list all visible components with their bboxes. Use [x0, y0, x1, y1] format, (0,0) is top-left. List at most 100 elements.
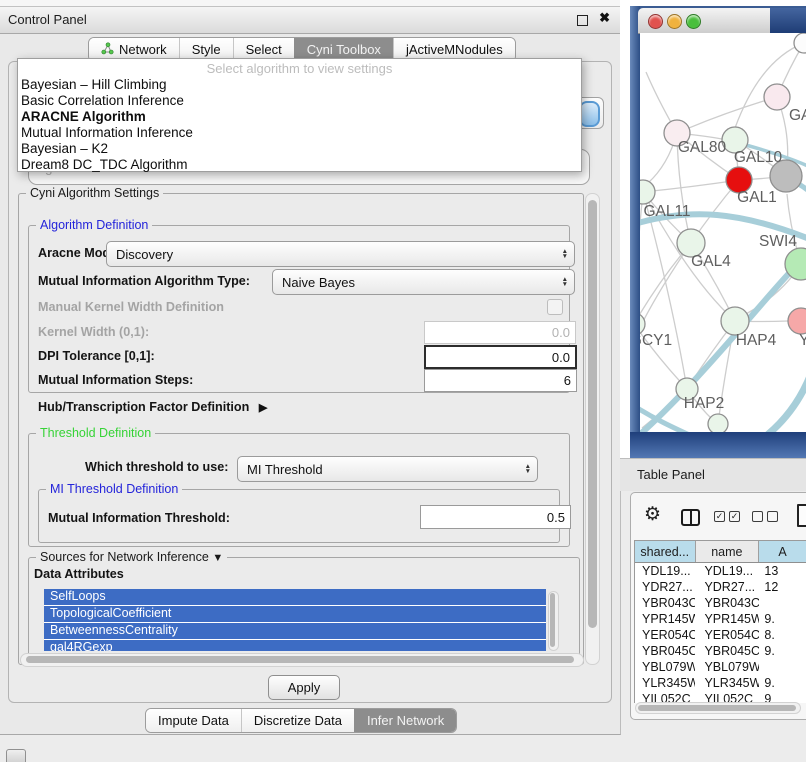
node-label: HAP4 — [736, 332, 777, 349]
tab-label: Style — [192, 42, 221, 57]
float-window-icon[interactable] — [577, 15, 588, 26]
zoom-traffic-light[interactable] — [686, 14, 701, 29]
settings-horizontal-scrollbar[interactable] — [20, 653, 584, 667]
node-label: GAL10 — [734, 149, 783, 166]
attribute-item-betweennesscentrality[interactable]: BetweennessCentrality — [44, 623, 546, 639]
kernel-width-label: Kernel Width (0,1): — [38, 325, 149, 339]
network-edge — [640, 243, 691, 340]
mi-type-combobox[interactable]: Naive Bayes ▲▼ — [272, 269, 575, 295]
column-header-name[interactable]: name — [696, 541, 760, 562]
table-row[interactable]: YER054CYER054C8. — [635, 627, 806, 643]
table-row[interactable]: YDR27...YDR27...12 — [635, 579, 806, 595]
sources-title: Sources for Network Inference — [40, 550, 209, 564]
gear-icon[interactable]: ⚙ — [644, 505, 661, 524]
network-node-hap4[interactable] — [721, 307, 749, 335]
table-horizontal-scrollbar[interactable] — [635, 702, 801, 714]
aracne-mode-combobox[interactable]: Discovery ▲▼ — [106, 241, 575, 267]
network-node[interactable] — [794, 33, 806, 53]
scrollbar-thumb[interactable] — [638, 705, 796, 711]
table-cell — [759, 659, 806, 675]
node-label: GCY1 — [640, 332, 672, 349]
dpi-tolerance-field[interactable]: 0.0 — [424, 345, 577, 369]
algorithm-option-mutual-information-inference[interactable]: Mutual Information Inference — [18, 125, 581, 141]
close-traffic-light[interactable] — [648, 14, 663, 29]
network-node-y[interactable] — [788, 308, 806, 334]
table-cell: YPR145W — [635, 611, 695, 627]
network-edge — [677, 97, 777, 133]
table-cell: YBL079W — [695, 659, 759, 675]
scrollbar-thumb[interactable] — [550, 593, 555, 647]
algorithm-option-bayesian-hill-climbing[interactable]: Bayesian – Hill Climbing — [18, 77, 581, 93]
control-panel: Control Panel ✖ NetworkStyleSelectCyni T… — [0, 6, 621, 735]
hub-definition-toggle[interactable]: Hub/Transcription Factor Definition ▶ — [38, 400, 267, 414]
mi-steps-field[interactable]: 6 — [424, 369, 577, 392]
minimize-traffic-light[interactable] — [667, 14, 682, 29]
network-icon — [101, 42, 114, 58]
table-cell: YDL19... — [635, 563, 695, 579]
table-row[interactable]: YBL079WYBL079W — [635, 659, 806, 675]
manual-kernel-checkbox[interactable] — [547, 299, 563, 315]
control-panel-titlebar: Control Panel ✖ — [0, 7, 620, 34]
table-cell: YPR145W — [695, 611, 759, 627]
close-icon[interactable]: ✖ — [599, 10, 610, 26]
data-attributes-list[interactable]: SelfLoopsTopologicalCoefficientBetweenne… — [44, 589, 546, 651]
column-header-shared-[interactable]: shared... — [635, 541, 696, 562]
network-node-gal[interactable] — [764, 84, 790, 110]
attribute-item-gal4rgexp[interactable]: gal4RGexp — [44, 640, 546, 651]
manual-kernel-label: Manual Kernel Width Definition — [38, 300, 224, 314]
data-attributes-label: Data Attributes — [34, 567, 124, 581]
application-window: Control Panel ✖ NetworkStyleSelectCyni T… — [0, 0, 806, 762]
algorithm-option-aracne-algorithm[interactable]: ARACNE Algorithm — [18, 109, 581, 125]
table-cell: 9. — [759, 643, 806, 659]
tab-discretize-data[interactable]: Discretize Data — [241, 709, 354, 732]
node-label: GAL11 — [643, 203, 690, 220]
table-panel-header: Table Panel — [620, 458, 806, 491]
combobox-arrows-icon: ▲▼ — [562, 249, 568, 259]
apply-button[interactable]: Apply — [268, 675, 340, 700]
algorithm-option-bayesian-k2[interactable]: Bayesian – K2 — [18, 141, 581, 157]
network-edge-highlighted — [766, 376, 806, 432]
attribute-item-topologicalcoefficient[interactable]: TopologicalCoefficient — [44, 606, 546, 622]
network-node-gal11[interactable] — [640, 180, 655, 204]
combobox-arrow-button[interactable] — [579, 101, 600, 127]
scrollbar-thumb[interactable] — [588, 200, 597, 628]
tab-infer-network[interactable]: Infer Network — [354, 709, 456, 732]
table-cell: 9. — [759, 611, 806, 627]
control-panel-title: Control Panel — [8, 12, 87, 27]
table-row[interactable]: YDL19...YDL19...13 — [635, 563, 806, 579]
network-window-left-border — [630, 6, 640, 458]
attribute-item-selfloops[interactable]: SelfLoops — [44, 589, 546, 605]
kernel-width-field[interactable]: 0.0 — [424, 321, 576, 344]
deselect-all-columns-icon[interactable] — [752, 511, 778, 522]
group-title: Threshold Definition — [36, 426, 155, 440]
which-threshold-label: Which threshold to use: — [85, 460, 228, 474]
expanded-arrow-icon[interactable]: ▼ — [212, 552, 223, 564]
table-row[interactable]: YBR043CYBR043C — [635, 595, 806, 611]
column-layout-icon[interactable] — [681, 509, 700, 526]
apply-button-label: Apply — [288, 680, 321, 695]
settings-vertical-scrollbar[interactable] — [585, 193, 600, 665]
table-row[interactable]: YBR045CYBR045C9. — [635, 643, 806, 659]
column-header-a[interactable]: A — [759, 541, 806, 562]
network-edge — [643, 180, 739, 192]
table-row[interactable]: YLR345WYLR345W9. — [635, 675, 806, 691]
scrollbar-thumb[interactable] — [26, 656, 574, 663]
algorithm-option-basic-correlation-inference[interactable]: Basic Correlation Inference — [18, 93, 581, 109]
checked-box-icon: ✓ — [714, 511, 725, 522]
tab-impute-data[interactable]: Impute Data — [146, 709, 241, 732]
minimized-panel-icon[interactable] — [6, 749, 26, 762]
network-node[interactable] — [708, 414, 728, 432]
network-view-canvas[interactable]: GALGAL80GAL10GAL1GAL11SWI4GAL4GCY1HAP4YH… — [640, 33, 806, 432]
export-table-icon[interactable] — [797, 504, 806, 527]
which-threshold-combobox[interactable]: MI Threshold ▲▼ — [237, 456, 538, 482]
table-cell: YER054C — [635, 627, 695, 643]
collapsed-arrow-icon[interactable]: ▶ — [259, 402, 267, 414]
table-cell: YDR27... — [635, 579, 695, 595]
table-cell: YLR345W — [635, 675, 695, 691]
attribute-list-scrollbar[interactable] — [548, 591, 559, 651]
select-all-columns-icon[interactable]: ✓ ✓ — [714, 511, 740, 522]
algorithm-option-dream8-dc-tdc-algorithm[interactable]: Dream8 DC_TDC Algorithm — [18, 157, 581, 173]
table-cell: 8. — [759, 627, 806, 643]
mi-threshold-field[interactable]: 0.5 — [420, 505, 571, 529]
table-row[interactable]: YPR145WYPR145W9. — [635, 611, 806, 627]
